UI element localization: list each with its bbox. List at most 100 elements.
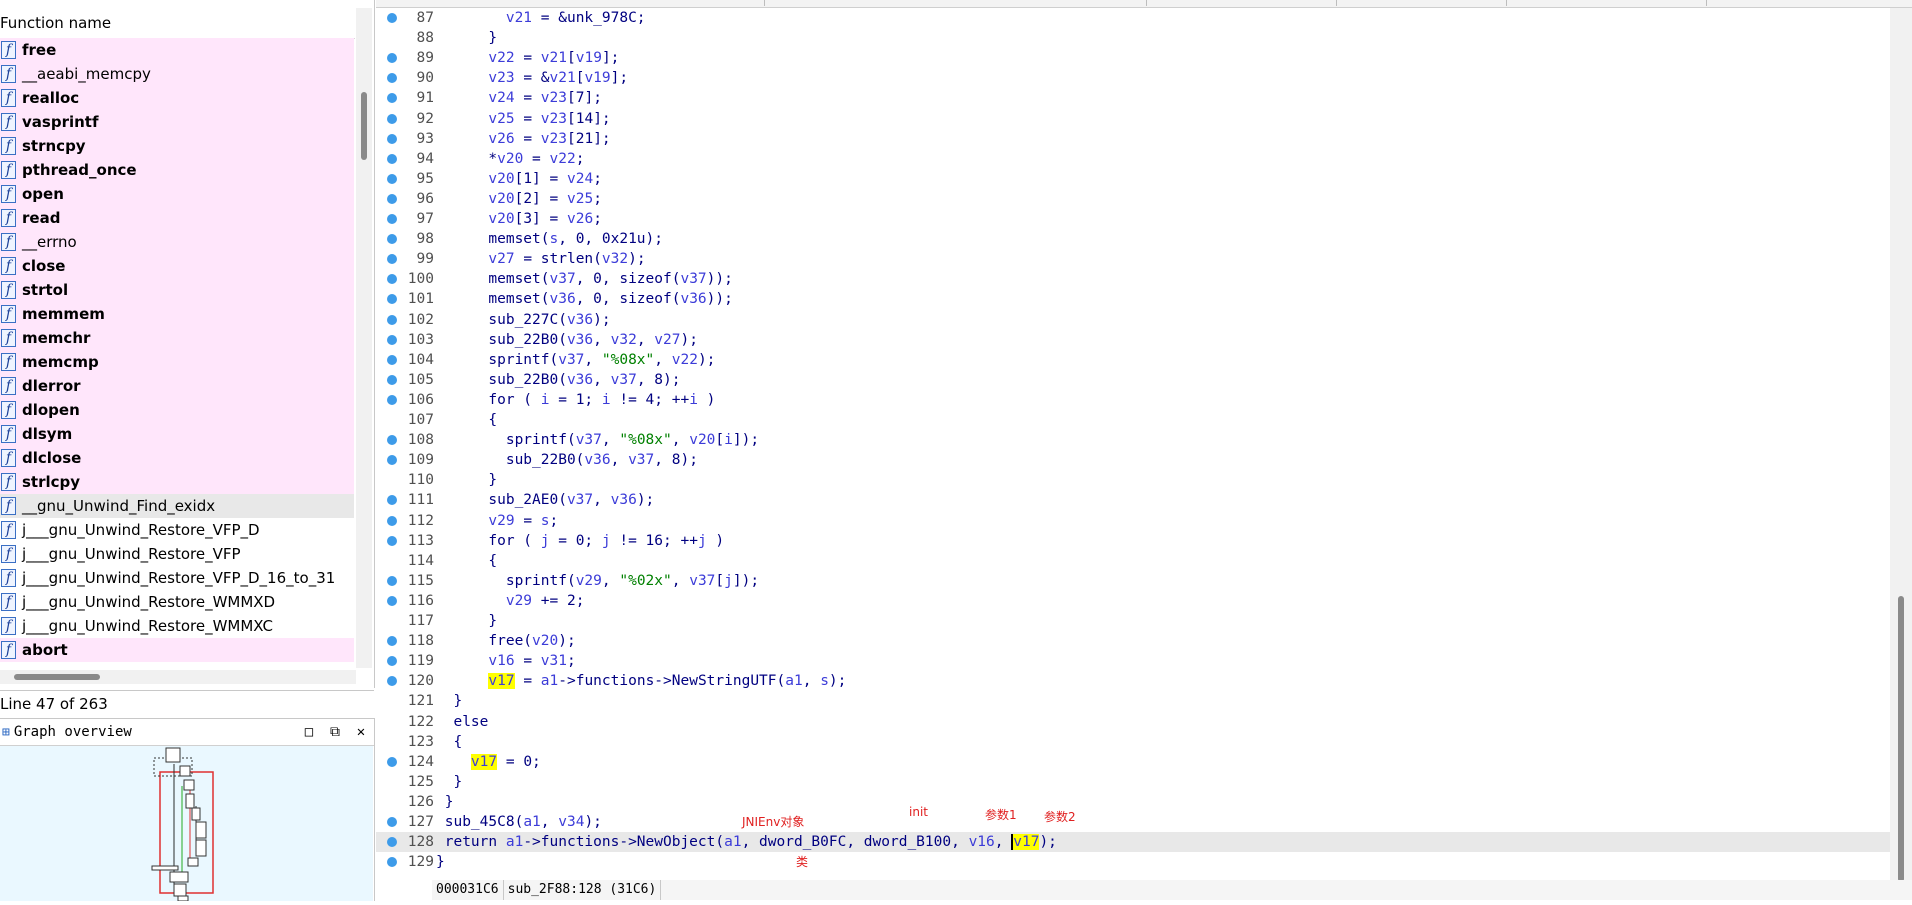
code-text[interactable]: sub_227C(v36); (436, 310, 610, 330)
code-line[interactable]: 94 *v20 = v22; (376, 149, 1890, 169)
code-text[interactable]: v20[1] = v24; (436, 169, 602, 189)
scrollbar-thumb[interactable] (14, 674, 100, 680)
code-line[interactable]: 102 sub_227C(v36); (376, 310, 1890, 330)
code-text[interactable]: { (436, 551, 497, 571)
code-line[interactable]: 119 v16 = v31; (376, 651, 1890, 671)
breakpoint-marker[interactable] (387, 374, 397, 385)
code-text[interactable]: { (436, 732, 462, 752)
code-text[interactable]: v27 = strlen(v32); (436, 249, 645, 269)
code-text[interactable]: } (436, 691, 462, 711)
function-name-column-header[interactable]: Function name (0, 8, 355, 39)
breakpoint-marker[interactable] (387, 93, 397, 104)
code-line[interactable]: 122 else (376, 712, 1890, 732)
function-list-item[interactable]: f memchr (0, 326, 354, 350)
code-line[interactable]: 101 memset(v36, 0, sizeof(v36)); (376, 289, 1890, 309)
code-line[interactable]: 90 v23 = &v21[v19]; (376, 68, 1890, 88)
breakpoint-marker[interactable] (387, 254, 397, 265)
code-text[interactable]: for ( j = 0; j != 16; ++j ) (436, 531, 724, 551)
breakpoint-marker[interactable] (387, 153, 397, 164)
code-text[interactable]: v26 = v23[21]; (436, 129, 610, 149)
code-line[interactable]: 117 } (376, 611, 1890, 631)
code-text[interactable]: v29 += 2; (436, 591, 585, 611)
code-text[interactable]: memset(v36, 0, sizeof(v36)); (436, 289, 733, 309)
function-list-item[interactable]: f __errno (0, 230, 354, 254)
breakpoint-marker[interactable] (387, 274, 397, 285)
function-list-horizontal-scrollbar[interactable] (0, 670, 356, 684)
tab-strip[interactable] (376, 0, 1912, 8)
code-text[interactable]: sub_22B0(v36, v37, 8); (436, 450, 698, 470)
code-line[interactable]: 107 { (376, 410, 1890, 430)
code-text[interactable]: return a1->functions->NewObject(a1, dwor… (436, 832, 1057, 852)
code-vertical-scrollbar[interactable] (1890, 8, 1912, 882)
function-list-item[interactable]: f abort (0, 638, 354, 662)
code-line[interactable]: 109 sub_22B0(v36, v37, 8); (376, 450, 1890, 470)
code-text[interactable]: v23 = &v21[v19]; (436, 68, 628, 88)
breakpoint-marker[interactable] (387, 53, 397, 64)
breakpoint-marker[interactable] (387, 394, 397, 405)
breakpoint-marker[interactable] (387, 636, 397, 647)
breakpoint-marker[interactable] (387, 857, 397, 868)
code-line[interactable]: 100 memset(v37, 0, sizeof(v37)); (376, 269, 1890, 289)
breakpoint-marker[interactable] (387, 294, 397, 305)
code-text[interactable]: sub_2AE0(v37, v36); (436, 490, 654, 510)
code-text[interactable]: v20[2] = v25; (436, 189, 602, 209)
breakpoint-marker[interactable] (387, 214, 397, 224)
code-line[interactable]: 125 } (376, 772, 1890, 792)
function-list-item[interactable]: f pthread_once (0, 158, 354, 182)
code-text[interactable]: v22 = v21[v19]; (436, 48, 619, 68)
code-line[interactable]: 115 sprintf(v29, "%02x", v37[j]); (376, 571, 1890, 591)
code-text[interactable]: v29 = s; (436, 511, 558, 531)
code-line[interactable]: 87 v21 = &unk_978C; (376, 8, 1890, 28)
code-text[interactable]: v17 = 0; (436, 752, 541, 772)
breakpoint-marker[interactable] (387, 73, 397, 84)
maximize-button[interactable]: □ (296, 724, 322, 740)
code-text[interactable]: sub_45C8(a1, v34); (436, 812, 602, 832)
code-text[interactable]: v17 = a1->functions->NewStringUTF(a1, s)… (436, 671, 846, 691)
breakpoint-marker[interactable] (387, 193, 397, 204)
function-list-item[interactable]: f memcmp (0, 350, 354, 374)
code-line[interactable]: 95 v20[1] = v24; (376, 169, 1890, 189)
code-text[interactable]: sprintf(v37, "%08x", v22); (436, 350, 715, 370)
code-text[interactable]: memset(v37, 0, sizeof(v37)); (436, 269, 733, 289)
code-text[interactable]: sub_22B0(v36, v37, 8); (436, 370, 680, 390)
code-line[interactable]: 89 v22 = v21[v19]; (376, 48, 1890, 68)
function-list-item[interactable]: f open (0, 182, 354, 206)
breakpoint-marker[interactable] (387, 837, 397, 848)
graph-overview-canvas[interactable] (0, 746, 373, 902)
breakpoint-marker[interactable] (387, 133, 397, 144)
function-list-item[interactable]: f strncpy (0, 134, 354, 158)
breakpoint-marker[interactable] (387, 435, 397, 446)
breakpoint-marker[interactable] (387, 334, 397, 345)
code-line[interactable]: 111 sub_2AE0(v37, v36); (376, 490, 1890, 510)
code-text[interactable]: sub_22B0(v36, v32, v27); (436, 330, 698, 350)
breakpoint-marker[interactable] (387, 756, 397, 767)
scrollbar-thumb[interactable] (361, 92, 367, 160)
code-line[interactable]: 114 { (376, 551, 1890, 571)
breakpoint-marker[interactable] (387, 535, 397, 546)
breakpoint-marker[interactable] (387, 234, 397, 245)
code-text[interactable]: v16 = v31; (436, 651, 575, 671)
breakpoint-marker[interactable] (387, 354, 397, 365)
function-list-item[interactable]: f strtol (0, 278, 354, 302)
code-line[interactable]: 98 memset(s, 0, 0x21u); (376, 229, 1890, 249)
function-list-item[interactable]: f realloc (0, 86, 354, 110)
function-list-item[interactable]: f vasprintf (0, 110, 354, 134)
close-button[interactable]: ✕ (348, 724, 374, 740)
function-list-item[interactable]: f j___gnu_Unwind_Restore_VFP (0, 542, 354, 566)
breakpoint-marker[interactable] (387, 495, 397, 506)
function-list-item[interactable]: f j___gnu_Unwind_Restore_WMMXD (0, 590, 354, 614)
function-list-item[interactable]: f j___gnu_Unwind_Restore_VFP_D_16_to_31 (0, 566, 354, 590)
code-line[interactable]: 105 sub_22B0(v36, v37, 8); (376, 370, 1890, 390)
code-line[interactable]: 121 } (376, 691, 1890, 711)
breakpoint-marker[interactable] (387, 314, 397, 325)
code-text[interactable]: free(v20); (436, 631, 575, 651)
code-text[interactable]: sprintf(v37, "%08x", v20[i]); (436, 430, 759, 450)
code-line[interactable]: 91 v24 = v23[7]; (376, 88, 1890, 108)
breakpoint-marker[interactable] (387, 113, 397, 124)
code-line[interactable]: 88 } (376, 28, 1890, 48)
function-list-item[interactable]: f memmem (0, 302, 354, 326)
code-line[interactable]: 99 v27 = strlen(v32); (376, 249, 1890, 269)
code-text[interactable]: *v20 = v22; (436, 149, 584, 169)
code-line[interactable]: 110 } (376, 470, 1890, 490)
breakpoint-marker[interactable] (387, 13, 397, 23)
